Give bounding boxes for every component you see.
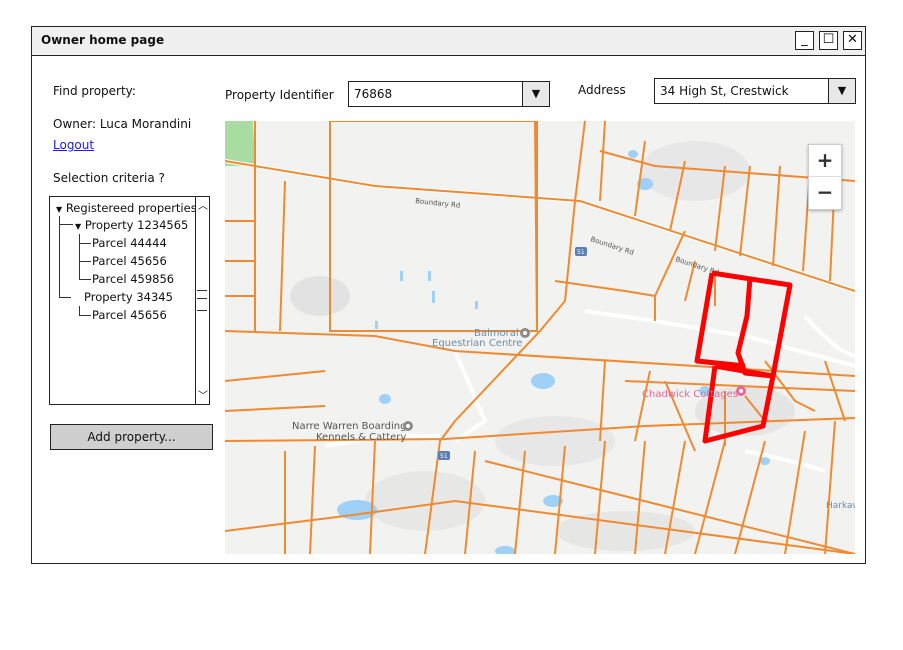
owner-name: Owner: Luca Morandini xyxy=(53,117,192,131)
parcel-boundaries xyxy=(225,121,855,554)
selection-criteria-label: Selection criteria ? xyxy=(53,171,165,185)
property-identifier-combo[interactable]: 76868 ▼ xyxy=(348,81,550,107)
close-button[interactable]: ✕ xyxy=(843,31,862,50)
tree-parcel-item[interactable]: Parcel 459856 xyxy=(92,272,174,286)
route-shield-icon: 51 xyxy=(575,247,587,256)
address-label: Address xyxy=(578,83,626,97)
property-map[interactable]: Boundary Rd Boundary Rd Boundary Rd 51 5… xyxy=(225,121,855,554)
logout-link[interactable]: Logout xyxy=(53,138,94,152)
road-label: Boundary Rd xyxy=(415,197,461,210)
tree-property-item[interactable]: ▼ Property 1234565 xyxy=(75,218,188,232)
property-label: Property 1234565 xyxy=(84,218,189,232)
map-zoom-control[interactable]: + − xyxy=(808,144,842,210)
route-shield-icon: 51 xyxy=(438,451,450,460)
poi-label: Narre Warren Boarding xyxy=(292,421,407,432)
road-label: Boundary Rd xyxy=(674,255,720,277)
park-area xyxy=(225,121,255,166)
tree-parcel-item[interactable]: Parcel 44444 xyxy=(92,236,167,250)
find-property-label: Find property: xyxy=(53,84,136,98)
tree-root[interactable]: ▼ Registereed properties xyxy=(56,201,197,215)
svg-text:51: 51 xyxy=(577,249,585,256)
zoom-out-button[interactable]: − xyxy=(809,177,841,208)
property-identifier-label: Property Identifier xyxy=(225,88,334,102)
svg-text:51: 51 xyxy=(440,453,448,460)
chevron-down-icon[interactable]: ▼ xyxy=(828,79,855,103)
zoom-in-button[interactable]: + xyxy=(809,145,841,177)
window-title: Owner home page xyxy=(41,33,165,47)
property-identifier-value[interactable]: 76868 xyxy=(354,87,392,101)
chevron-down-icon[interactable]: ▼ xyxy=(522,82,549,106)
maximize-button[interactable]: ☐ xyxy=(819,31,838,50)
property-tree[interactable]: ▼ Registereed properties ▼ Property 1234… xyxy=(49,196,210,405)
address-combo[interactable]: 34 High St, Crestwick ▼ xyxy=(654,78,856,104)
minimize-button[interactable]: _ xyxy=(795,31,814,50)
tree-parcel-item[interactable]: Parcel 45656 xyxy=(92,254,167,268)
add-property-button[interactable]: Add property... xyxy=(50,424,213,450)
scroll-down-icon[interactable]: ﹀ xyxy=(198,387,208,402)
expand-triangle-icon[interactable]: ▼ xyxy=(56,205,62,214)
tree-property-item[interactable]: Property 34345 xyxy=(84,290,173,304)
poi-label: Kennels & Cattery xyxy=(316,432,406,443)
scroll-up-icon[interactable]: ︿ xyxy=(198,197,208,212)
map-canvas[interactable]: Boundary Rd Boundary Rd Boundary Rd 51 5… xyxy=(225,121,855,554)
tree-scrollbar[interactable]: ︿ ﹀ xyxy=(195,197,209,404)
address-value[interactable]: 34 High St, Crestwick xyxy=(660,84,789,98)
poi-label: Harkaw xyxy=(826,501,855,511)
expand-triangle-icon[interactable]: ▼ xyxy=(75,222,81,231)
title-bar: Owner home page _ ☐ ✕ xyxy=(32,27,865,56)
poi-label: Chadwick Cottages xyxy=(642,389,738,400)
poi-label: Equestrian Centre xyxy=(432,338,522,349)
tree-root-label: Registereed properties xyxy=(65,201,197,215)
road-label: Boundary Rd xyxy=(589,235,635,257)
tree-parcel-item[interactable]: Parcel 45656 xyxy=(92,308,167,322)
